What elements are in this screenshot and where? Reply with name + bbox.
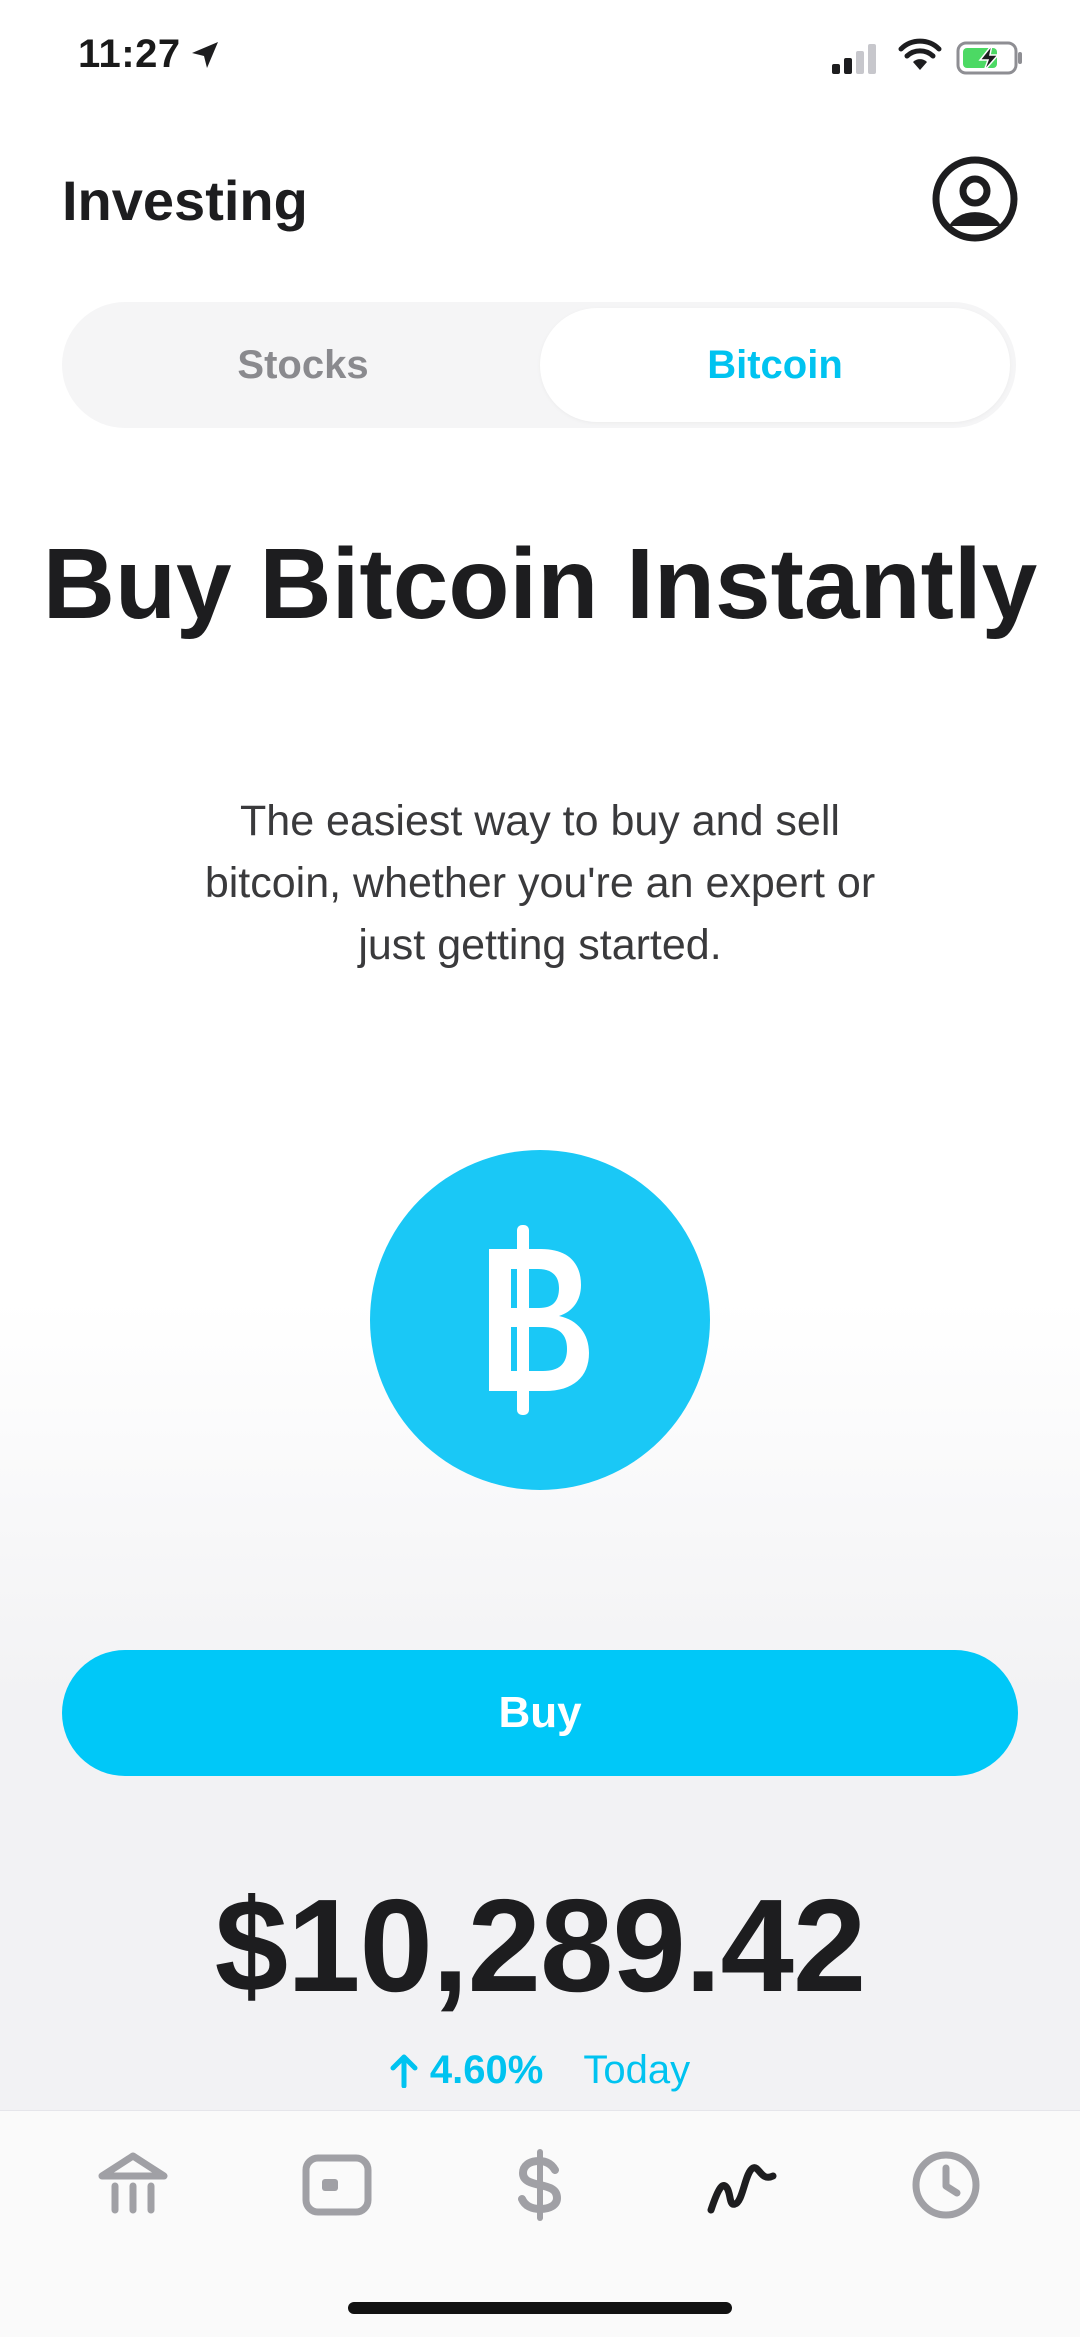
status-time: 11:27 (78, 32, 181, 76)
tab-stocks[interactable]: Stocks (68, 308, 538, 422)
bitcoin-symbol-icon (489, 1225, 589, 1415)
price-change-percent: 4.60% (429, 2048, 544, 2092)
price-change-row[interactable]: 4.60% Today (0, 2048, 1080, 2093)
investing-icon[interactable] (705, 2148, 779, 2222)
battery-charging-icon (956, 41, 1022, 75)
bitcoin-price: $10,289.42 (214, 1872, 867, 2019)
location-arrow-icon (192, 42, 218, 68)
activity-clock-icon[interactable] (909, 2148, 983, 2222)
page-title: Investing (62, 169, 308, 232)
card-icon[interactable] (300, 2148, 374, 2222)
bitcoin-logo (370, 1150, 710, 1490)
wifi-icon (898, 38, 942, 70)
price-period-label[interactable]: Today (583, 2048, 690, 2093)
price-change: 4.60% (390, 2048, 543, 2093)
status-bar: 11:27 (0, 0, 1080, 120)
home-indicator (348, 2302, 732, 2314)
dollar-icon[interactable] (503, 2148, 577, 2222)
investing-segmented-control: Stocks Bitcoin (62, 302, 1016, 428)
tab-bitcoin[interactable]: Bitcoin (540, 308, 1010, 422)
arrow-up-icon (390, 2054, 418, 2088)
bank-icon[interactable] (96, 2148, 170, 2222)
buy-button[interactable]: Buy (62, 1650, 1018, 1776)
profile-avatar-icon[interactable] (932, 156, 1018, 242)
cellular-signal-icon (832, 44, 876, 74)
hero-title: Buy Bitcoin Instantly (42, 528, 1038, 640)
hero-description: The easiest way to buy and sell bitcoin,… (204, 797, 876, 969)
